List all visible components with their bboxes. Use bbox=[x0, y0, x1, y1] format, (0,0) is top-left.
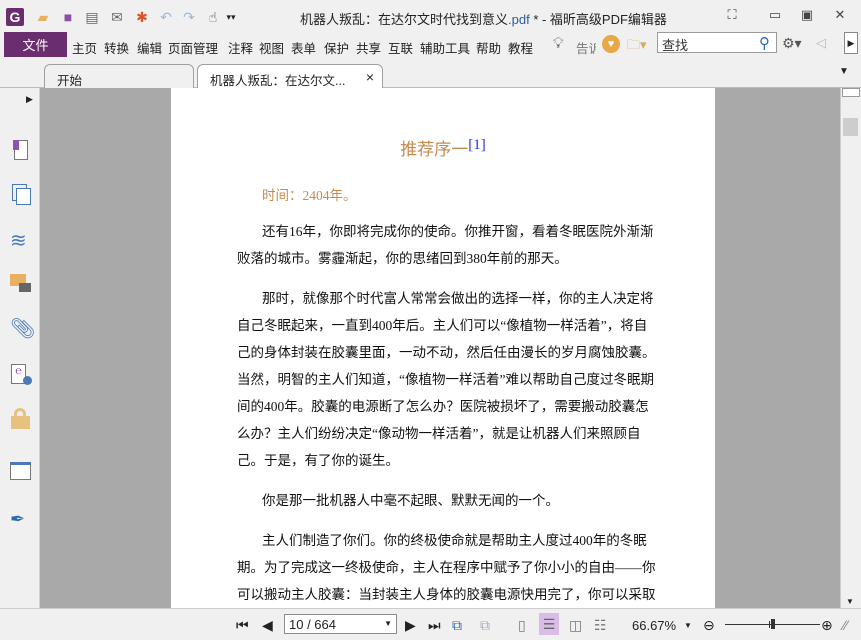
customize-dropdown-icon[interactable]: ▾▾ bbox=[222, 8, 240, 26]
menu-share[interactable]: 共享 bbox=[356, 38, 381, 57]
previous-view-icon[interactable]: ⧉ bbox=[452, 617, 462, 634]
text-line: 你是那一批机器人中毫不起眼、默默无闻的一个。 bbox=[262, 493, 559, 508]
previous-page-icon[interactable]: ◀ bbox=[262, 617, 273, 634]
signature-icon[interactable]: ℮ bbox=[10, 364, 32, 386]
menu-help[interactable]: 帮助 bbox=[476, 38, 501, 57]
zoom-slider-tick bbox=[769, 621, 770, 628]
text-line: 主人们制造了你们。你的终极使命就是帮助主人度过400年的冬眠 bbox=[262, 533, 647, 548]
title-bar: G ▰ ■ ▤ ✉ ✱ ↶ ↷ ☝ ▾▾ 机器人叛乱：在达尔文时代找到意义.pd… bbox=[0, 0, 861, 31]
menu-home[interactable]: 主页 bbox=[72, 38, 97, 57]
time-line: 时间：2404年。 bbox=[262, 188, 357, 203]
scroll-left-icon[interactable]: ◁ bbox=[816, 35, 826, 51]
next-page-icon[interactable]: ▶ bbox=[405, 617, 416, 634]
search-folder-icon[interactable]: 🗀︎▾ bbox=[627, 36, 647, 58]
menu-tutorial[interactable]: 教程 bbox=[508, 38, 533, 57]
page-number-input[interactable]: 10 / 664 ▼ bbox=[284, 614, 397, 634]
text-line: 己的身体封装在胶囊里面，一动不动，然后任由漫长的岁月腐蚀胶囊。 bbox=[237, 345, 656, 360]
single-page-icon[interactable]: ▯ bbox=[518, 617, 526, 634]
lock-icon[interactable] bbox=[10, 408, 32, 430]
text-line: 么办？主人们纷纷决定“像动物一样活着”，就是让机器人们来照顾自 bbox=[237, 426, 641, 441]
text-line: 败落的城市。雾霾渐起，你的思绪回到380年前的那天。 bbox=[237, 251, 568, 266]
text-line: 当然，明智的主人们知道，“像植物一样活着”难以帮助自己度过冬眠期 bbox=[237, 372, 654, 387]
comments-icon[interactable] bbox=[10, 274, 32, 296]
menu-accessibility[interactable]: 辅助工具 bbox=[420, 38, 470, 57]
zoom-slider-thumb[interactable] bbox=[770, 619, 775, 629]
undo-icon[interactable]: ↶ bbox=[157, 8, 175, 26]
continuous-facing-icon[interactable]: ☷ bbox=[594, 617, 607, 634]
zoom-in-icon[interactable]: ⊕ bbox=[821, 617, 833, 634]
bookmark-icon[interactable] bbox=[10, 140, 32, 162]
window-title: 机器人叛乱：在达尔文时代找到意义.pdf * - 福昕高级PDF编辑器 bbox=[300, 12, 667, 27]
text-line: 自己冬眠起来，一直到400年后。主人们可以“像植物一样活着”，将自 bbox=[237, 318, 648, 333]
footnote-link[interactable]: [1] bbox=[468, 137, 486, 153]
document-canvas[interactable]: 推荐序一[1] 时间：2404年。 还有16年，你即将完成你的使命。你推开窗，看… bbox=[40, 88, 840, 608]
file-menu-button[interactable]: 文件 bbox=[4, 32, 67, 57]
form-fields-icon[interactable] bbox=[10, 462, 32, 484]
redo-icon[interactable]: ↷ bbox=[180, 8, 198, 26]
scroll-down-icon[interactable]: ▼ bbox=[846, 597, 854, 606]
app-logo-icon[interactable]: G bbox=[6, 8, 24, 26]
minimize-button[interactable]: ▭ bbox=[761, 5, 789, 25]
search-icon[interactable]: ⚲ bbox=[759, 34, 770, 52]
expand-panel-icon[interactable]: ▶ bbox=[26, 94, 33, 105]
menu-view[interactable]: 视图 bbox=[259, 38, 284, 57]
maximize-button[interactable]: ▣ bbox=[793, 5, 821, 25]
lightbulb-icon: 💡︎ bbox=[553, 35, 564, 52]
tab-label: 开始 bbox=[57, 74, 83, 88]
first-page-icon[interactable]: ⏮ bbox=[236, 617, 249, 634]
scroll-right-button[interactable]: ▶ bbox=[844, 32, 858, 54]
text-line: 间的400年。胶囊的电源断了怎么办？医院被损坏了，需要搬动胶囊怎 bbox=[237, 399, 649, 414]
resize-grip-icon[interactable]: ⁄⁄ bbox=[843, 617, 848, 633]
tab-start[interactable]: 开始 bbox=[44, 64, 194, 88]
certify-pen-icon[interactable]: ✒ bbox=[10, 508, 32, 530]
text-line: 那时，就像那个时代富人常常会做出的选择一样，你的主人决定将 bbox=[262, 291, 654, 306]
close-tab-icon[interactable]: × bbox=[366, 69, 374, 85]
close-button[interactable]: ✕ bbox=[826, 5, 854, 25]
document-tabs: 开始 机器人叛乱：在达尔文... × ▼ bbox=[0, 58, 861, 88]
menu-comment[interactable]: 注释 bbox=[228, 38, 253, 57]
continuous-page-icon[interactable]: ☰ bbox=[539, 613, 559, 635]
ribbon-menu: 文件 主页 转换 编辑 页面管理 注释 视图 表单 保护 共享 互联 辅助工具 … bbox=[0, 31, 861, 58]
text-line: 期。为了完成这一终极使命，主人在程序中赋予了你小小的自由——你 bbox=[237, 560, 656, 575]
navigation-panel: ▶ ≋ 📎︎ ℮ ✒ bbox=[0, 88, 45, 608]
text-line: 己。于是，有了你的诞生。 bbox=[237, 453, 399, 468]
tab-document[interactable]: 机器人叛乱：在达尔文... × bbox=[197, 64, 383, 88]
zoom-level[interactable]: 66.67% bbox=[632, 618, 676, 633]
pdf-page: 推荐序一[1] 时间：2404年。 还有16年，你即将完成你的使命。你推开窗，看… bbox=[171, 88, 715, 608]
next-view-icon[interactable]: ⧉ bbox=[480, 617, 490, 634]
gear-icon[interactable]: ⚙▾ bbox=[782, 35, 802, 52]
hand-tool-icon[interactable]: ☝ bbox=[204, 8, 222, 26]
print-icon[interactable]: ▤ bbox=[83, 8, 101, 26]
menu-convert[interactable]: 转换 bbox=[104, 38, 129, 57]
last-page-icon[interactable]: ⏭ bbox=[428, 617, 441, 634]
paperclip-icon[interactable]: 📎︎ bbox=[10, 318, 35, 340]
save-icon[interactable]: ■ bbox=[59, 8, 77, 26]
fullscreen-button[interactable]: ⛶ bbox=[718, 5, 746, 25]
menu-protect[interactable]: 保护 bbox=[324, 38, 349, 57]
status-bar: ⏮ ◀ 10 / 664 ▼ ▶ ⏭ ⧉ ⧉ ▯ ☰ ◫ ☷ 66.67% ▼ ⊖… bbox=[0, 608, 861, 640]
facing-page-icon[interactable]: ◫ bbox=[569, 617, 582, 634]
text-line: 还有16年，你即将完成你的使命。你推开窗，看着冬眠医院外渐渐 bbox=[262, 224, 654, 239]
zoom-dropdown-icon[interactable]: ▼ bbox=[684, 621, 692, 630]
pages-icon[interactable] bbox=[10, 184, 32, 206]
heart-icon[interactable]: ♥ bbox=[602, 35, 620, 53]
email-icon[interactable]: ✉ bbox=[108, 8, 126, 26]
layers-icon[interactable]: ≋ bbox=[10, 230, 32, 252]
menu-edit[interactable]: 编辑 bbox=[137, 38, 162, 57]
menu-form[interactable]: 表单 bbox=[291, 38, 316, 57]
open-folder-icon[interactable]: ▰ bbox=[34, 8, 52, 26]
new-document-icon[interactable]: ✱ bbox=[133, 8, 151, 26]
scrollbar-thumb[interactable] bbox=[843, 118, 858, 136]
tab-label: 机器人叛乱：在达尔文... bbox=[210, 74, 346, 88]
vertical-scrollbar[interactable]: ▼ bbox=[840, 88, 861, 608]
tell-me-input[interactable]: 告诉 bbox=[576, 38, 596, 57]
menu-page-management[interactable]: 页面管理 bbox=[168, 38, 218, 57]
tab-list-dropdown-icon[interactable]: ▼ bbox=[839, 66, 849, 77]
text-line: 可以搬动主人胶囊：当封装主人身体的胶囊电源快用完了，你可以采取 bbox=[237, 587, 656, 602]
zoom-out-icon[interactable]: ⊖ bbox=[703, 617, 715, 634]
scroll-up-button[interactable] bbox=[842, 88, 860, 97]
menu-connect[interactable]: 互联 bbox=[388, 38, 413, 57]
chapter-title: 推荐序一[1] bbox=[400, 137, 486, 159]
